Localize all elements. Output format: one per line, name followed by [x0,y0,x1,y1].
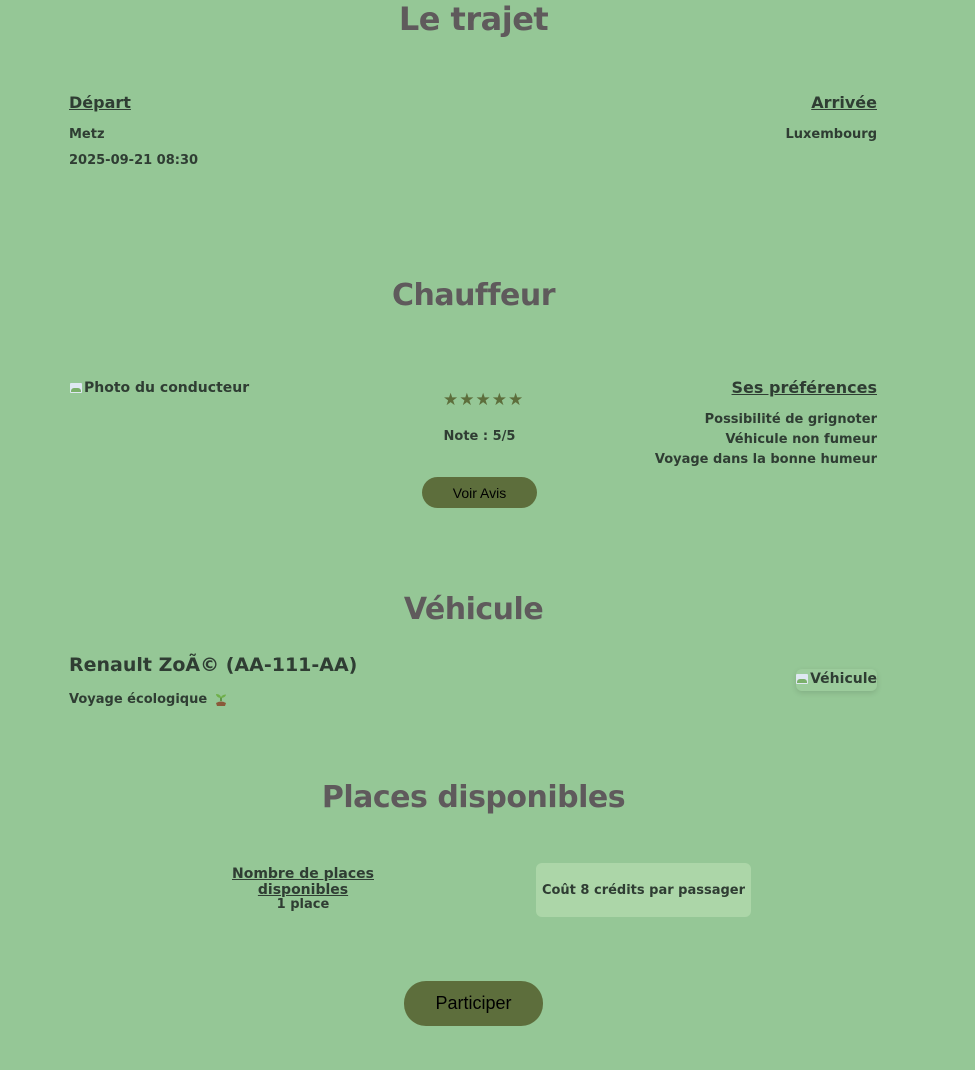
broken-image-icon [70,383,82,393]
depart-label: Départ [69,93,131,112]
rating-stars: ★ ★ ★ ★ ★ [443,392,523,409]
preference-item: Possibilité de grignoter [704,412,877,427]
driver-photo-alt: Photo du conducteur [84,380,250,396]
vehicle-image-alt: Véhicule [810,671,877,687]
star-icon: ★ [491,390,507,410]
places-title: Places disponibles [321,780,626,815]
vehicule-title: Véhicule [403,592,544,627]
vehicle-image: Véhicule [796,669,877,691]
cost-text: Coût 8 crédits par passager [541,882,746,898]
star-icon: ★ [508,390,524,410]
star-icon: ★ [459,390,475,410]
preference-item: Voyage dans la bonne humeur [654,452,877,467]
voir-avis-button[interactable]: Voir Avis [422,477,537,508]
broken-image-icon [796,674,809,684]
depart-city: Metz [69,127,105,142]
depart-datetime: 2025-09-21 08:30 [69,153,199,168]
preferences-label: Ses préférences [731,378,877,397]
seedling-icon [213,691,229,707]
preferences-list: Possibilité de grignoter Véhicule non fu… [655,410,877,470]
star-icon: ★ [475,390,491,410]
chauffeur-title: Chauffeur [391,278,556,313]
note-text: Note : 5/5 [443,429,516,444]
cost-box: Coût 8 crédits par passager [536,863,751,917]
eco-text: Voyage écologique [69,691,208,707]
eco-line: Voyage écologique [69,691,229,707]
star-icon: ★ [443,390,459,410]
driver-photo: Photo du conducteur [70,380,249,396]
nombre-places-label: Nombre de places disponibles [231,866,374,898]
arrivee-city: Luxembourg [785,127,878,142]
vehicle-name: Renault ZoÃ© (AA-111-AA) [69,654,358,676]
nombre-places-value: 1 place [276,897,330,912]
participer-button[interactable]: Participer [404,981,543,1026]
trajet-title: Le trajet [398,0,549,38]
arrivee-label: Arrivée [811,93,877,112]
preference-item: Véhicule non fumeur [725,432,877,447]
